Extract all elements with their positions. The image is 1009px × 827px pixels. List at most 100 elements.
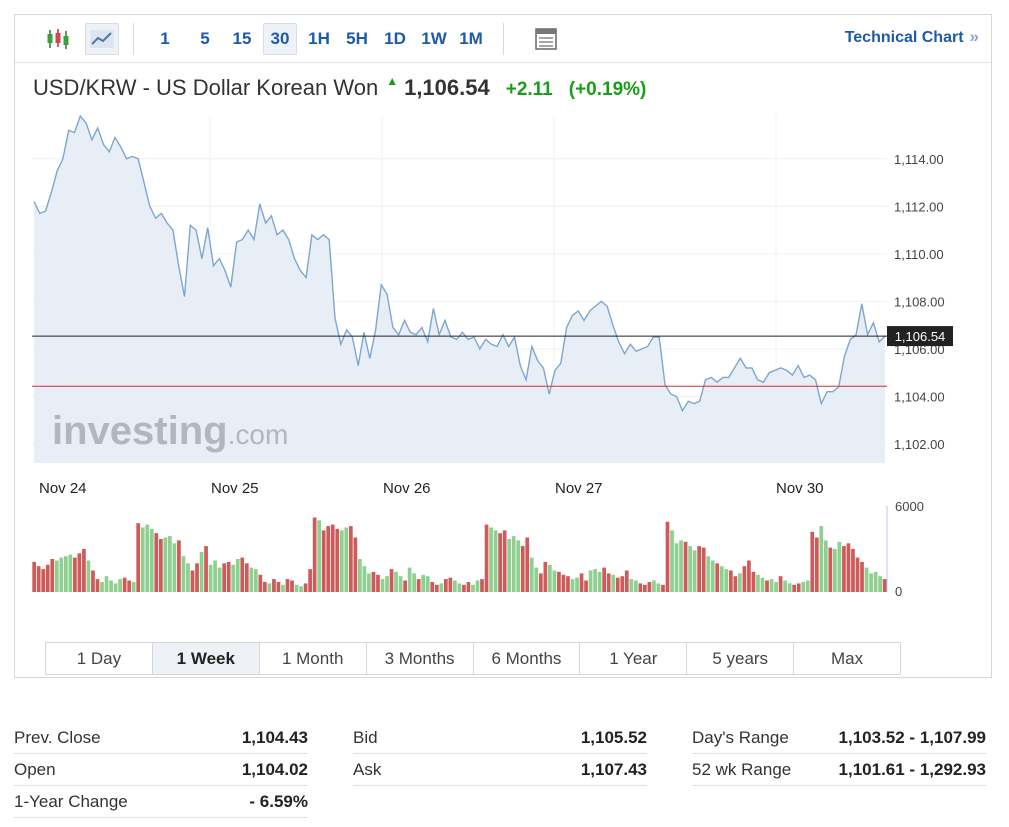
volume-bar <box>529 557 534 592</box>
stat-row: Prev. Close 1,104.43 <box>14 722 308 754</box>
volume-bar <box>208 564 213 592</box>
volume-bar <box>434 584 439 592</box>
volume-bar <box>235 559 240 592</box>
volume-bar <box>724 569 729 592</box>
y-tick-label: 1,102.00 <box>894 437 945 452</box>
volume-bar <box>538 573 543 592</box>
volume-bar <box>593 569 597 592</box>
volume-bar <box>118 579 122 592</box>
volume-bar <box>195 563 199 592</box>
volume-bar <box>213 560 217 592</box>
volume-bar <box>158 539 163 592</box>
volume-bar <box>145 524 150 592</box>
stat-value: 1,107.43 <box>580 759 647 779</box>
volume-bar <box>620 576 625 592</box>
time-range-tabs: 1 Day 1 Week 1 Month 3 Months 6 Months 1 Year… <box>45 642 901 675</box>
price-chart: investing.com 1,102.001,104.001,106.001,1… <box>32 114 953 599</box>
volume-bar <box>249 567 254 592</box>
volume-bar <box>104 576 109 592</box>
volume-bar <box>882 579 887 592</box>
volume-bar <box>140 527 145 592</box>
range-tab-1-month[interactable]: 1 Month <box>260 643 367 674</box>
volume-bar <box>837 541 842 592</box>
volume-bar <box>638 583 643 592</box>
range-tab-5-years[interactable]: 5 years <box>687 643 795 674</box>
volume-bar <box>765 580 769 592</box>
volume-bar <box>358 559 362 592</box>
volume-bar <box>63 556 68 592</box>
range-tab-1-week[interactable]: 1 Week <box>152 643 260 674</box>
volume-bar <box>747 560 751 592</box>
volume-bar <box>430 582 435 592</box>
volume-bar <box>443 579 448 592</box>
volume-bar <box>570 579 575 592</box>
stat-label: Prev. Close <box>14 727 101 747</box>
range-tab-1-year[interactable]: 1 Year <box>580 643 688 674</box>
volume-bar <box>823 540 828 592</box>
stat-label: 1-Year Change <box>14 791 128 811</box>
volume-bar <box>769 579 774 592</box>
volume-bar <box>719 566 724 592</box>
volume-bar <box>272 579 276 592</box>
volume-bar <box>520 546 525 592</box>
volume-bar <box>91 570 95 592</box>
stat-value: 1,103.52 - 1,107.99 <box>838 727 986 747</box>
volume-bar <box>122 577 127 592</box>
stat-label: Day's Range <box>692 727 789 747</box>
volume-bar <box>579 573 584 592</box>
stat-row: Day's Range 1,103.52 - 1,107.99 <box>692 722 986 754</box>
volume-bar <box>330 524 335 592</box>
volume-bar <box>177 540 181 592</box>
volume-bar <box>276 582 281 592</box>
volume-tick-label: 6000 <box>895 499 924 514</box>
volume-bar <box>869 573 873 592</box>
range-tab-max[interactable]: Max <box>794 643 900 674</box>
volume-bar <box>172 543 177 592</box>
volume-bar <box>367 573 371 592</box>
volume-bar <box>190 570 195 592</box>
y-tick-label: 1,110.00 <box>894 247 944 262</box>
volume-bar <box>873 571 878 592</box>
range-tab-1-day[interactable]: 1 Day <box>46 643 153 674</box>
volume-bar <box>624 570 629 592</box>
y-tick-label: 1,112.00 <box>894 199 944 214</box>
stats-column-3: Day's Range 1,103.52 - 1,107.99 52 wk Rang… <box>692 722 986 786</box>
volume-bar <box>643 584 647 592</box>
volume-bar <box>738 573 742 592</box>
volume-bar <box>362 566 367 592</box>
volume-bar <box>308 569 312 592</box>
volume-bar <box>756 574 760 592</box>
volume-bar <box>448 577 453 592</box>
stat-row: Ask 1,107.43 <box>353 754 647 786</box>
volume-bar <box>566 576 570 592</box>
volume-bar <box>471 584 475 592</box>
range-tab-3-months[interactable]: 3 Months <box>367 643 474 674</box>
volume-bar <box>154 533 159 592</box>
volume-bar <box>864 567 869 592</box>
volume-bar <box>842 546 846 592</box>
volume-bar <box>552 570 557 592</box>
stat-value: 1,104.02 <box>241 759 308 779</box>
volume-bar <box>290 580 294 592</box>
volume-bar <box>68 554 73 592</box>
volume-bar <box>312 517 317 592</box>
volume-bar <box>683 541 688 592</box>
volume-bar <box>665 521 670 592</box>
volume-bar <box>833 549 837 592</box>
volume-bar <box>688 546 692 592</box>
x-tick-label: Nov 25 <box>211 480 259 497</box>
x-tick-label: Nov 27 <box>555 480 603 497</box>
volume-bar <box>326 526 331 592</box>
volume-bar <box>453 580 457 592</box>
volume-bar <box>697 546 702 592</box>
volume-bar <box>253 569 258 592</box>
volume-bar <box>466 582 471 592</box>
volume-bar <box>339 530 344 592</box>
volume-bar <box>670 530 674 592</box>
volume-bar <box>647 582 652 592</box>
volume-bar <box>851 549 855 592</box>
volume-bar <box>412 573 417 592</box>
volume-bar <box>796 583 801 592</box>
range-tab-6-months[interactable]: 6 Months <box>474 643 581 674</box>
volume-bar <box>507 539 512 592</box>
